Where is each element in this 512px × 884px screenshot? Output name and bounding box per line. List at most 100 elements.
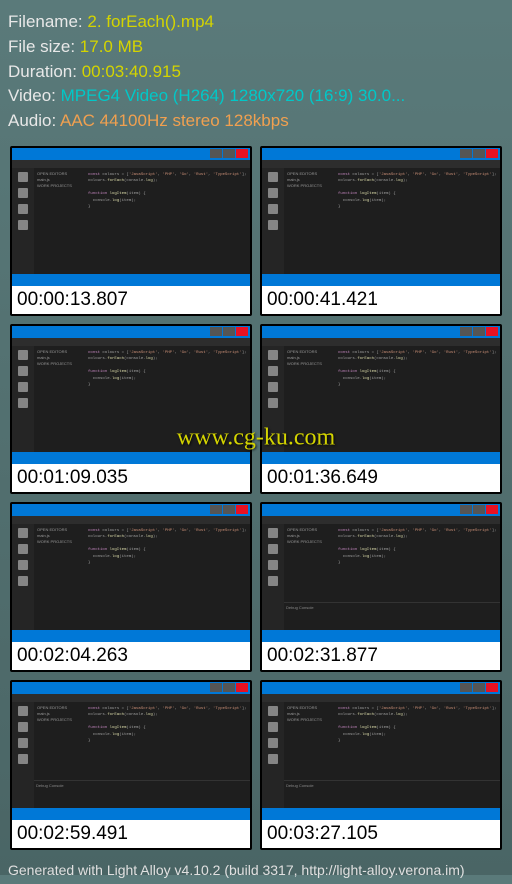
explorer-icon[interactable] <box>268 706 278 716</box>
maximize-button[interactable] <box>223 327 235 336</box>
status-bar[interactable] <box>12 630 250 642</box>
git-icon[interactable] <box>268 738 278 748</box>
maximize-button[interactable] <box>473 505 485 514</box>
status-bar[interactable] <box>12 452 250 464</box>
git-icon[interactable] <box>18 560 28 570</box>
debug-icon[interactable] <box>18 220 28 230</box>
close-button[interactable] <box>486 683 498 692</box>
git-icon[interactable] <box>18 204 28 214</box>
git-icon[interactable] <box>18 382 28 392</box>
maximize-button[interactable] <box>473 683 485 692</box>
close-button[interactable] <box>486 505 498 514</box>
maximize-button[interactable] <box>473 149 485 158</box>
debug-icon[interactable] <box>268 754 278 764</box>
file-sidebar[interactable]: OPEN EDITORSmain.jsWORK PROJECTS <box>34 346 84 452</box>
maximize-button[interactable] <box>223 149 235 158</box>
file-sidebar[interactable]: OPEN EDITORSmain.jsWORK PROJECTS <box>284 168 334 274</box>
code-editor[interactable]: const colours = ['JavaScript', 'PHP', 'G… <box>84 346 250 452</box>
git-icon[interactable] <box>268 560 278 570</box>
explorer-icon[interactable] <box>18 172 28 182</box>
search-icon[interactable] <box>268 366 278 376</box>
search-icon[interactable] <box>18 366 28 376</box>
explorer-icon[interactable] <box>268 350 278 360</box>
minimize-button[interactable] <box>210 683 222 692</box>
file-sidebar[interactable]: OPEN EDITORSmain.jsWORK PROJECTS <box>284 346 334 452</box>
status-bar[interactable] <box>262 274 500 286</box>
thumbnail-cell[interactable]: OPEN EDITORSmain.jsWORK PROJECTS const c… <box>10 324 252 494</box>
close-button[interactable] <box>236 149 248 158</box>
file-sidebar[interactable]: OPEN EDITORSmain.jsWORK PROJECTS <box>34 168 84 274</box>
menubar[interactable] <box>262 160 500 168</box>
activity-bar[interactable] <box>262 702 284 808</box>
search-icon[interactable] <box>18 544 28 554</box>
debug-icon[interactable] <box>268 398 278 408</box>
status-bar[interactable] <box>12 274 250 286</box>
activity-bar[interactable] <box>262 346 284 452</box>
file-sidebar[interactable]: OPEN EDITORSmain.jsWORK PROJECTS <box>34 524 84 630</box>
close-button[interactable] <box>486 149 498 158</box>
status-bar[interactable] <box>262 808 500 820</box>
status-bar[interactable] <box>12 808 250 820</box>
maximize-button[interactable] <box>223 505 235 514</box>
menubar[interactable] <box>262 516 500 524</box>
thumbnail-cell[interactable]: OPEN EDITORSmain.jsWORK PROJECTS const c… <box>10 146 252 316</box>
status-bar[interactable] <box>262 452 500 464</box>
menubar[interactable] <box>262 338 500 346</box>
debug-icon[interactable] <box>268 220 278 230</box>
activity-bar[interactable] <box>12 168 34 274</box>
terminal-panel[interactable]: Debug Console <box>284 602 500 630</box>
search-icon[interactable] <box>18 722 28 732</box>
close-button[interactable] <box>236 505 248 514</box>
debug-icon[interactable] <box>18 576 28 586</box>
activity-bar[interactable] <box>262 168 284 274</box>
minimize-button[interactable] <box>210 505 222 514</box>
close-button[interactable] <box>486 327 498 336</box>
explorer-icon[interactable] <box>18 350 28 360</box>
status-bar[interactable] <box>262 630 500 642</box>
code-editor[interactable]: const colours = ['JavaScript', 'PHP', 'G… <box>334 168 500 274</box>
thumbnail-cell[interactable]: OPEN EDITORSmain.jsWORK PROJECTS const c… <box>260 146 502 316</box>
minimize-button[interactable] <box>460 505 472 514</box>
activity-bar[interactable] <box>12 346 34 452</box>
minimize-button[interactable] <box>210 149 222 158</box>
menubar[interactable] <box>12 338 250 346</box>
close-button[interactable] <box>236 327 248 336</box>
explorer-icon[interactable] <box>268 172 278 182</box>
close-button[interactable] <box>236 683 248 692</box>
minimize-button[interactable] <box>460 683 472 692</box>
menubar[interactable] <box>12 160 250 168</box>
maximize-button[interactable] <box>223 683 235 692</box>
menubar[interactable] <box>12 516 250 524</box>
git-icon[interactable] <box>18 738 28 748</box>
terminal-panel[interactable]: Debug Console <box>284 780 500 808</box>
git-icon[interactable] <box>268 382 278 392</box>
thumbnail-cell[interactable]: OPEN EDITORSmain.jsWORK PROJECTS const c… <box>260 502 502 672</box>
explorer-icon[interactable] <box>18 706 28 716</box>
thumbnail-cell[interactable]: OPEN EDITORSmain.jsWORK PROJECTS const c… <box>260 680 502 850</box>
minimize-button[interactable] <box>460 149 472 158</box>
explorer-icon[interactable] <box>268 528 278 538</box>
thumbnail-cell[interactable]: OPEN EDITORSmain.jsWORK PROJECTS const c… <box>260 324 502 494</box>
search-icon[interactable] <box>18 188 28 198</box>
search-icon[interactable] <box>268 188 278 198</box>
terminal-panel[interactable]: Debug Console <box>34 780 250 808</box>
code-editor[interactable]: const colours = ['JavaScript', 'PHP', 'G… <box>334 346 500 452</box>
activity-bar[interactable] <box>12 524 34 630</box>
minimize-button[interactable] <box>210 327 222 336</box>
menubar[interactable] <box>262 694 500 702</box>
debug-icon[interactable] <box>268 576 278 586</box>
menubar[interactable] <box>12 694 250 702</box>
thumbnail-cell[interactable]: OPEN EDITORSmain.jsWORK PROJECTS const c… <box>10 502 252 672</box>
code-editor[interactable]: const colours = ['JavaScript', 'PHP', 'G… <box>84 168 250 274</box>
thumbnail-cell[interactable]: OPEN EDITORSmain.jsWORK PROJECTS const c… <box>10 680 252 850</box>
search-icon[interactable] <box>268 544 278 554</box>
debug-icon[interactable] <box>18 398 28 408</box>
activity-bar[interactable] <box>12 702 34 808</box>
search-icon[interactable] <box>268 722 278 732</box>
activity-bar[interactable] <box>262 524 284 630</box>
maximize-button[interactable] <box>473 327 485 336</box>
explorer-icon[interactable] <box>18 528 28 538</box>
code-editor[interactable]: const colours = ['JavaScript', 'PHP', 'G… <box>84 524 250 630</box>
debug-icon[interactable] <box>18 754 28 764</box>
minimize-button[interactable] <box>460 327 472 336</box>
